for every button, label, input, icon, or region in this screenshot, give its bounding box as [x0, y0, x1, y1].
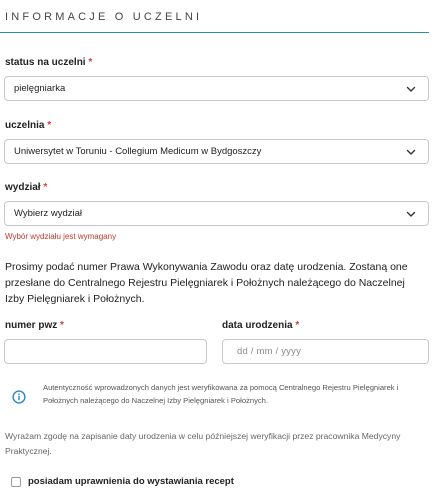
required-mark: *	[43, 182, 48, 193]
faculty-error: Wybór wydziału jest wymagany	[5, 232, 117, 241]
pwz-label-text: numer pwz	[5, 320, 58, 331]
chevron-down-icon	[406, 86, 416, 92]
required-mark: *	[60, 320, 64, 331]
section-title: INFORMACJE O UCZELNI	[5, 11, 203, 23]
prescription-checkbox-row[interactable]: posiadam uprawnienia do wystawiania rece…	[11, 476, 234, 487]
faculty-label: wydział *	[5, 182, 47, 193]
chevron-down-icon	[406, 149, 416, 155]
status-select-value: pielęgniarka	[14, 83, 66, 94]
birth-date-label-text: data urodzenia	[222, 320, 293, 331]
birth-date-placeholder: dd / mm / yyyy	[237, 346, 302, 357]
section-divider	[0, 32, 429, 33]
info-paragraph: Prosimy podać numer Prawa Wykonywania Za…	[5, 261, 408, 305]
prescription-checkbox[interactable]	[11, 476, 21, 487]
consent-text: Wyrażam zgodę na zapisanie daty urodzeni…	[5, 431, 401, 456]
university-label: uczelnia *	[5, 120, 51, 131]
status-label: status na uczelni *	[5, 57, 92, 68]
status-label-text: status na uczelni	[5, 57, 86, 68]
prescription-checkbox-label[interactable]: posiadam uprawnienia do wystawiania rece…	[28, 476, 234, 487]
required-mark: *	[88, 57, 93, 68]
required-mark: *	[47, 120, 52, 131]
faculty-select-value: Wybierz wydział	[14, 208, 83, 219]
pwz-input[interactable]	[4, 339, 207, 364]
info-icon	[12, 390, 26, 404]
required-mark: *	[295, 320, 300, 331]
university-select[interactable]: Uniwersytet w Toruniu - Collegium Medicu…	[4, 139, 429, 164]
chevron-down-icon	[406, 211, 416, 217]
pwz-label: numer pwz *	[5, 320, 64, 331]
faculty-label-text: wydział	[5, 182, 41, 193]
status-select[interactable]: pielęgniarka	[4, 76, 429, 101]
verification-note: Autentyczność wprowadzonych danych jest …	[43, 383, 399, 405]
university-label-text: uczelnia	[5, 120, 45, 131]
birth-date-input[interactable]: dd / mm / yyyy	[222, 339, 429, 364]
faculty-select[interactable]: Wybierz wydział	[4, 201, 429, 226]
birth-date-label: data urodzenia *	[222, 320, 299, 331]
university-select-value: Uniwersytet w Toruniu - Collegium Medicu…	[14, 146, 262, 157]
